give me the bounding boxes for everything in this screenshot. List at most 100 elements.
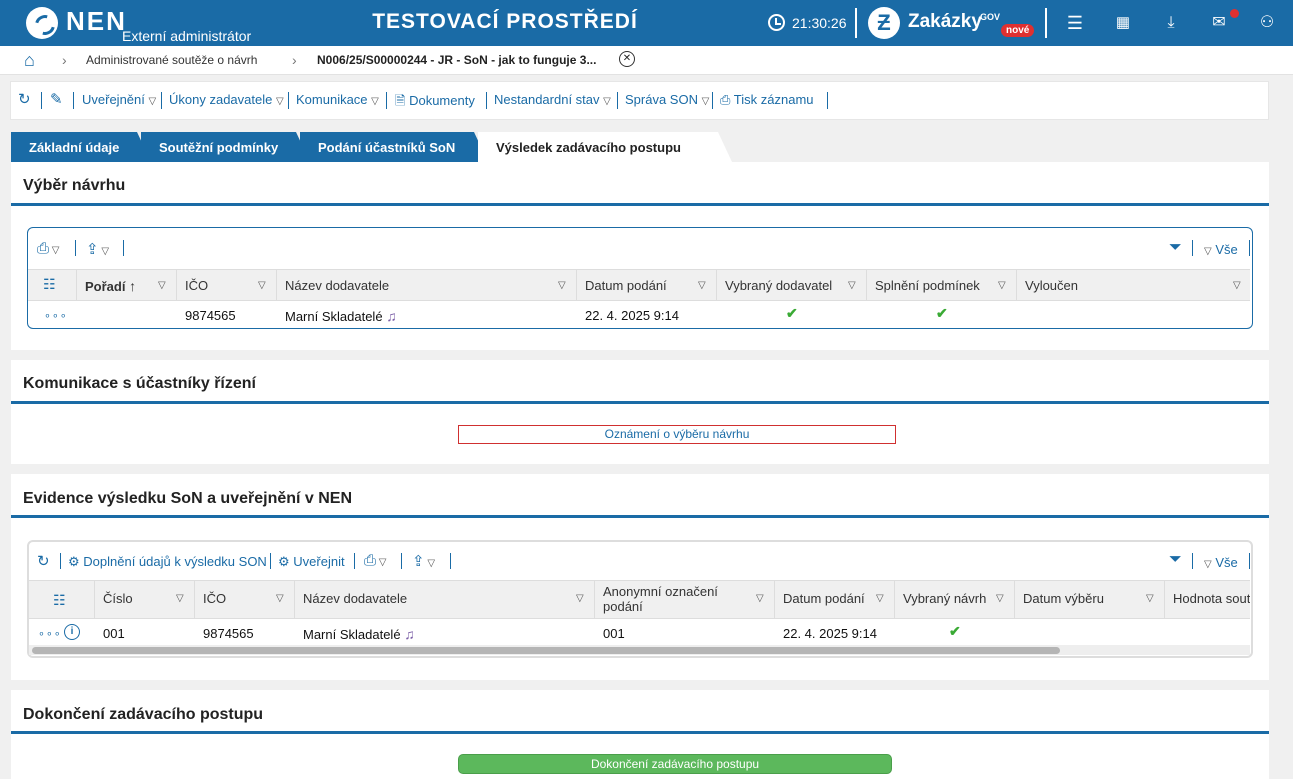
column-header-ico[interactable]: IČO <box>203 591 226 606</box>
column-header-vybrany-navrh[interactable]: Vybraný návrh <box>903 591 986 606</box>
edit-icon[interactable]: ✎ <box>50 90 63 108</box>
menu-ukony-zadavatele[interactable]: Úkony zadavatele ▽ <box>169 92 284 107</box>
column-header-vyloucen[interactable]: Vyloučen <box>1025 278 1078 293</box>
column-header-nazev-dodavatele[interactable]: Název dodavatele <box>285 278 389 293</box>
row-actions-icon[interactable]: ∘∘∘ <box>38 627 62 640</box>
column-header-nazev-dodavatele[interactable]: Název dodavatele <box>303 591 407 606</box>
menu-icon[interactable]: ☰ <box>1064 12 1086 34</box>
settings-icon: ⚙ <box>278 554 290 569</box>
download-icon[interactable]: ⤓ <box>1160 12 1182 34</box>
tab-podani-ucastniku[interactable]: Podání účastníků SoN <box>300 132 488 162</box>
grid-toolbar-divider <box>1192 553 1193 569</box>
print-icon: ⎙ <box>720 92 731 107</box>
column-header-cislo[interactable]: Číslo <box>103 591 133 606</box>
user-icon[interactable]: ⚇ <box>1256 12 1278 34</box>
export-icon[interactable]: ⇪ ▽ <box>86 240 109 258</box>
sort-icon[interactable]: ▽ <box>1146 593 1154 604</box>
column-divider <box>176 269 177 301</box>
publish-button[interactable]: ⚙ Uveřejnit <box>278 554 345 570</box>
grid-toolbar-divider <box>123 240 124 256</box>
sort-icon[interactable]: ▽ <box>558 280 566 291</box>
toolbar-divider <box>41 92 42 109</box>
home-icon[interactable]: ⌂ <box>24 51 42 69</box>
row-actions-icon[interactable]: ∘∘∘ <box>44 309 68 322</box>
document-icon: 🗎 <box>395 93 406 108</box>
sort-icon[interactable]: ▽ <box>176 593 184 604</box>
calendar-icon[interactable]: ▦ <box>1112 12 1134 34</box>
export-icon[interactable]: ⇪ ▽ <box>412 552 435 570</box>
finish-procedure-button[interactable]: Dokončení zadávacího postupu <box>458 754 892 774</box>
breadcrumb-current: N006/25/S00000244 - JR - SoN - jak to fu… <box>317 53 597 67</box>
sort-icon[interactable]: ▽ <box>876 593 884 604</box>
breadcrumb-item[interactable]: Administrované soutěže o návrh <box>86 53 257 67</box>
sort-icon[interactable]: ▽ <box>698 280 706 291</box>
column-header-poradi[interactable]: Pořadí ↑ <box>85 278 136 294</box>
grid-toolbar-divider <box>1249 553 1250 569</box>
column-header-datum-vyberu[interactable]: Datum výběru <box>1023 591 1104 606</box>
supplement-result-button[interactable]: ⚙ Doplnění údajů k výsledku SON <box>68 554 267 570</box>
sort-icon[interactable]: ▽ <box>258 280 266 291</box>
check-icon: ✔ <box>786 305 798 321</box>
sort-icon[interactable]: ▽ <box>576 593 584 604</box>
column-header-datum-podani[interactable]: Datum podání <box>783 591 865 606</box>
chevron-right-icon: › <box>292 52 297 68</box>
chevron-right-icon: › <box>62 52 67 68</box>
tab-soutezni-podminky[interactable]: Soutěžní podmínky <box>141 132 310 162</box>
filter-icon[interactable]: ⏷ <box>1169 239 1182 257</box>
cell-supplier-name[interactable]: Marní Skladatelé ♫ <box>303 626 415 642</box>
print-icon[interactable]: ⎙ ▽ <box>37 240 59 257</box>
notice-selection-button[interactable]: Oznámení o výběru návrhu <box>458 425 896 444</box>
tab-zakladni-udaje[interactable]: Základní údaje <box>11 132 151 162</box>
zakazky-link[interactable]: Zakázky <box>908 11 982 33</box>
horizontal-scrollbar-thumb[interactable] <box>32 647 1060 654</box>
menu-nestandardni-stav[interactable]: Nestandardní stav ▽ <box>494 92 611 107</box>
header-divider <box>855 8 857 38</box>
column-settings-icon[interactable]: ☷ <box>43 276 56 293</box>
section-title: Komunikace s účastníky řízení <box>23 375 256 392</box>
zakazky-logo-icon[interactable]: Ƶ <box>868 7 900 39</box>
sort-icon[interactable]: ▽ <box>756 593 764 604</box>
filter-all-select[interactable]: ▽ Vše <box>1204 242 1238 257</box>
music-icon: ♫ <box>404 626 415 642</box>
column-header-splneni-podminek[interactable]: Splnění podmínek <box>875 278 980 293</box>
tab-vysledek-zadavaciho-postupu[interactable]: Výsledek zadávacího postupu <box>478 132 732 162</box>
sort-icon[interactable]: ▽ <box>848 280 856 291</box>
column-header-vybrany-dodavatel[interactable]: Vybraný dodavatel <box>725 278 832 293</box>
check-icon: ✔ <box>949 623 961 639</box>
sort-icon[interactable]: ▽ <box>998 280 1006 291</box>
toolbar-divider <box>161 92 162 109</box>
filter-icon[interactable]: ⏷ <box>1169 551 1182 569</box>
sort-icon[interactable]: ▽ <box>158 280 166 291</box>
clock-icon <box>768 14 785 31</box>
column-settings-icon[interactable]: ☷ <box>53 592 66 609</box>
refresh-icon[interactable]: ↻ <box>18 90 31 108</box>
info-icon[interactable]: i <box>64 624 80 640</box>
sort-icon[interactable]: ▽ <box>1233 280 1241 291</box>
column-header-datum-podani[interactable]: Datum podání <box>585 278 667 293</box>
menu-uverejneni[interactable]: Uveřejnění ▽ <box>82 92 156 107</box>
column-divider <box>774 580 775 619</box>
settings-icon: ⚙ <box>68 554 80 569</box>
mail-icon[interactable]: ✉ <box>1208 12 1230 34</box>
grid-toolbar-divider <box>1249 240 1250 256</box>
cell-date: 22. 4. 2025 9:14 <box>585 308 679 323</box>
close-icon[interactable]: ✕ <box>619 51 635 67</box>
menu-komunikace[interactable]: Komunikace ▽ <box>296 92 379 107</box>
sort-icon[interactable]: ▽ <box>276 593 284 604</box>
column-header-anonymni-oznaceni[interactable]: Anonymní označení podání <box>603 584 718 614</box>
sort-icon[interactable]: ▽ <box>996 593 1004 604</box>
section-underline <box>11 731 1269 734</box>
filter-all-select[interactable]: ▽ Vše <box>1204 555 1238 570</box>
grid-toolbar-divider <box>75 240 76 256</box>
session-time: 21:30:26 <box>792 15 847 31</box>
menu-tisk-zaznamu[interactable]: ⎙ Tisk záznamu <box>720 92 814 108</box>
menu-dokumenty[interactable]: 🗎 Dokumenty <box>395 92 475 114</box>
cell-supplier-name[interactable]: Marní Skladatelé ♫ <box>285 308 397 324</box>
menu-sprava-son[interactable]: Správa SON ▽ <box>625 92 709 107</box>
print-icon[interactable]: ⎙ ▽ <box>364 552 386 569</box>
column-header-hodnota[interactable]: Hodnota soutě <box>1173 591 1250 606</box>
music-icon: ♫ <box>386 308 397 324</box>
column-header-ico[interactable]: IČO <box>185 278 208 293</box>
grid-toolbar-divider <box>1192 240 1193 256</box>
refresh-icon[interactable]: ↻ <box>37 552 50 570</box>
